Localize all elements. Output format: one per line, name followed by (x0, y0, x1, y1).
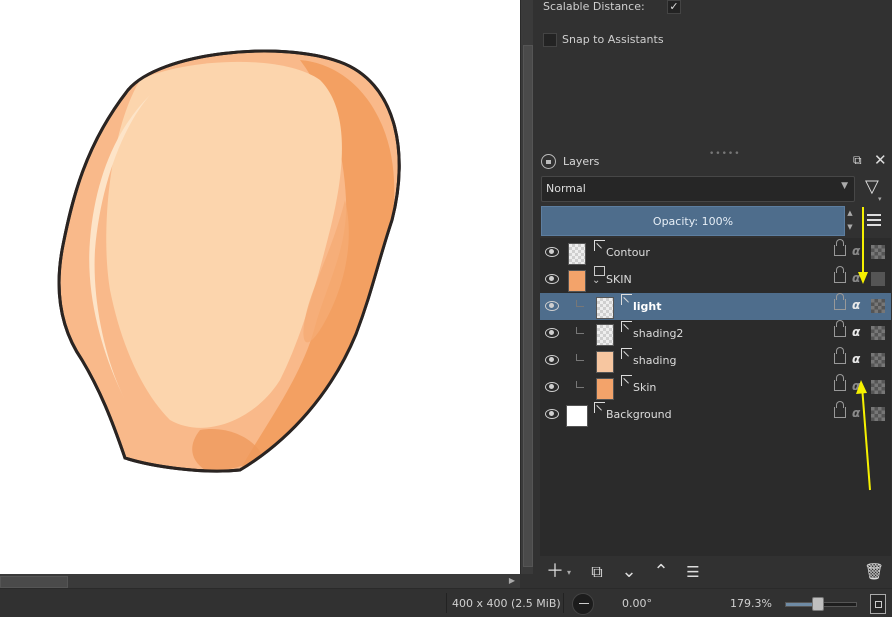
scroll-right-arrow-icon[interactable]: ▶ (507, 576, 517, 586)
hscroll-thumb[interactable] (0, 576, 68, 588)
annotation-arrows (856, 207, 871, 491)
status-separator (563, 593, 564, 613)
rotation-icon[interactable] (572, 593, 594, 615)
status-bar: 400 x 400 (2.5 MiB) 0.00° 179.3% (0, 588, 892, 617)
right-docker-panel: Scalable Distance: ✓ Snap to Assistants … (533, 0, 892, 588)
canvas[interactable] (0, 0, 520, 574)
zoom-slider-handle[interactable] (812, 597, 824, 611)
canvas-vertical-scrollbar[interactable] (520, 0, 534, 574)
vscroll-thumb[interactable] (523, 45, 533, 567)
properties-icon[interactable]: ☰ (683, 562, 703, 582)
status-separator (446, 593, 447, 613)
layers-toolbar: ＋ ▾ ⧉ ⌄ ⌃ ☰ 🗑 (540, 558, 891, 586)
duplicate-icon[interactable]: ⧉ (587, 562, 607, 582)
move-up-icon[interactable]: ⌃ (651, 562, 671, 582)
add-icon[interactable]: ＋ (545, 562, 565, 582)
fit-to-page-icon[interactable] (870, 594, 886, 614)
trash-icon[interactable]: 🗑 (864, 562, 884, 582)
canvas-horizontal-scrollbar[interactable]: ▶ (0, 574, 520, 588)
add-dropdown-icon[interactable]: ▾ (567, 568, 571, 577)
rotation-value: 0.00° (622, 597, 652, 610)
image-size-label: 400 x 400 (2.5 MiB) (452, 597, 561, 610)
move-down-icon[interactable]: ⌄ (619, 562, 639, 582)
zoom-value: 179.3% (730, 597, 772, 610)
canvas-drawing (57, 49, 401, 473)
